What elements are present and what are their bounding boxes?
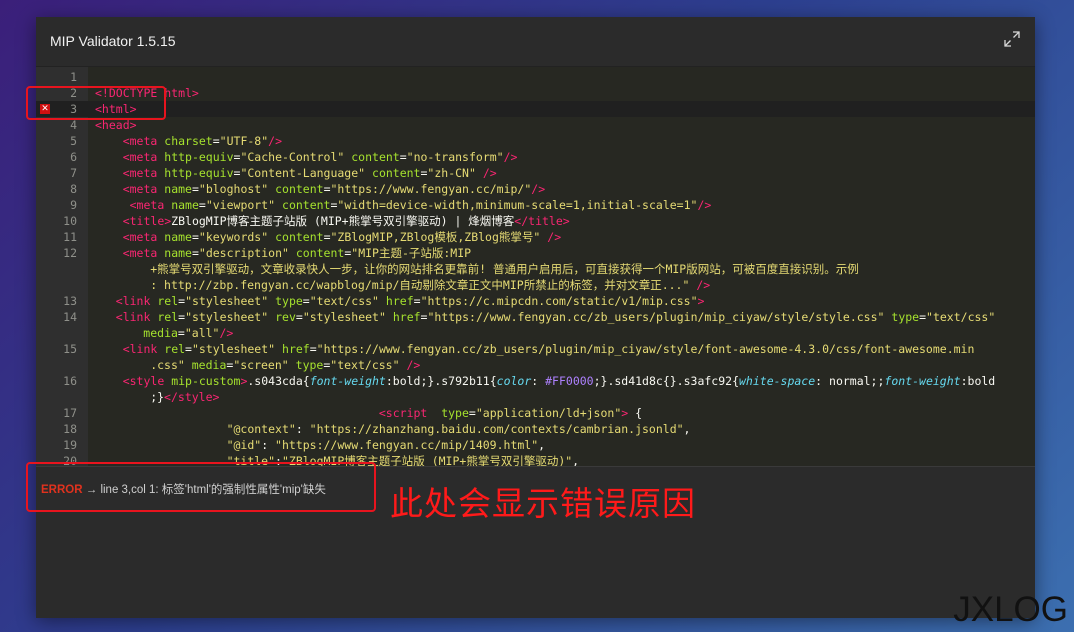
code-line[interactable]: 5 <meta charset="UTF-8"/> (36, 133, 1035, 149)
line-number: 10 (63, 214, 77, 228)
code-line[interactable]: 13 <link rel="stylesheet" type="text/css… (36, 293, 1035, 309)
line-number: 17 (63, 406, 77, 420)
code-line[interactable]: 12 <meta name="description" content="MIP… (36, 245, 1035, 261)
code-text: <meta charset="UTF-8"/> (122, 134, 282, 148)
line-number: 1 (70, 70, 77, 84)
line-number: 5 (70, 134, 77, 148)
expand-icon[interactable] (1003, 30, 1021, 48)
code-line[interactable]: 4 <head> (36, 117, 1035, 133)
code-text: <meta name="viewport" content="width=dev… (129, 198, 712, 212)
code-line[interactable]: 16 <style mip-custom>.s043cda{font-weigh… (36, 373, 1035, 389)
title-bar: MIP Validator 1.5.15 (36, 17, 1035, 67)
annotation-text: 此处会显示错误原因 (390, 484, 696, 523)
line-number: 9 (70, 198, 77, 212)
code-text: <meta http-equiv="Content-Language" cont… (122, 166, 497, 180)
validator-window: MIP Validator 1.5.15 1 2 <!DOCTYPE html> ✕ 3… (36, 17, 1035, 618)
code-text: +熊掌号双引擎驱动，文章收录快人一步，让你的网站排名更靠前! 普通用户启用后，可… (150, 262, 859, 276)
code-text: media="all"/> (143, 326, 234, 340)
code-line[interactable]: 19 "@id": "https://www.fengyan.cc/mip/14… (36, 437, 1035, 453)
code-text: <script type="application/ld+json"> { (378, 406, 643, 420)
code-text: <style mip-custom>.s043cda{font-weight:b… (122, 374, 996, 388)
code-line-wrap[interactable]: : http://zbp.fengyan.cc/wapblog/mip/自动剔除… (36, 277, 1035, 293)
line-number: 8 (70, 182, 77, 196)
code-text: <meta name="bloghost" content="https://w… (122, 182, 546, 196)
code-line[interactable]: 7 <meta http-equiv="Content-Language" co… (36, 165, 1035, 181)
code-text: "@id": "https://www.fengyan.cc/mip/1409.… (226, 438, 546, 452)
code-line[interactable]: 18 "@context": "https://zhanzhang.baidu.… (36, 421, 1035, 437)
code-text: <meta name="keywords" content="ZBlogMIP,… (122, 230, 562, 244)
code-line[interactable]: 15 <link rel="stylesheet" href="https://… (36, 341, 1035, 357)
code-line[interactable]: 17 <script type="application/ld+json"> { (36, 405, 1035, 421)
line-number: 11 (63, 230, 77, 244)
line-number: 14 (63, 310, 77, 324)
code-line-wrap[interactable]: media="all"/> (36, 325, 1035, 341)
line-number: 16 (63, 374, 77, 388)
error-message-highlight-box (26, 462, 376, 512)
code-text: <link rel="stylesheet" rev="stylesheet" … (115, 310, 996, 324)
code-editor[interactable]: 1 2 <!DOCTYPE html> ✕ 3 <html> 4 <head> 5 <meta … (36, 67, 1035, 466)
code-text: <link rel="stylesheet" type="text/css" h… (115, 294, 705, 308)
code-text: : http://zbp.fengyan.cc/wapblog/mip/自动剔除… (150, 278, 711, 292)
line-number: 7 (70, 166, 77, 180)
line-number: 12 (63, 246, 77, 260)
code-text: <meta name="description" content="MIP主题-… (122, 246, 472, 260)
code-line[interactable]: 11 <meta name="keywords" content="ZBlogM… (36, 229, 1035, 245)
code-line[interactable]: 8 <meta name="bloghost" content="https:/… (36, 181, 1035, 197)
code-line-wrap[interactable]: .css" media="screen" type="text/css" /> (36, 357, 1035, 373)
code-line[interactable]: 9 <meta name="viewport" content="width=d… (36, 197, 1035, 213)
code-line[interactable]: 6 <meta http-equiv="Cache-Control" conte… (36, 149, 1035, 165)
window-title: MIP Validator 1.5.15 (50, 33, 176, 49)
watermark: JXLOG (953, 590, 1068, 629)
code-text: <link rel="stylesheet" href="https://www… (122, 342, 975, 356)
line-number: 18 (63, 422, 77, 436)
code-line[interactable]: 2 <!DOCTYPE html> (36, 85, 1035, 101)
code-text: .css" media="screen" type="text/css" /> (150, 358, 421, 372)
line-number: 6 (70, 150, 77, 164)
error-line-highlight-box (26, 86, 166, 120)
code-text: ;}</style> (150, 390, 220, 404)
code-line-wrap[interactable]: ;}</style> (36, 389, 1035, 405)
line-number: 15 (63, 342, 77, 356)
code-text: <title>ZBlogMIP博客主题子站版 (MIP+熊掌号双引擎驱动) | … (122, 214, 570, 228)
line-number: 19 (63, 438, 77, 452)
code-line[interactable]: ✕ 3 <html> (36, 101, 1035, 117)
code-text: "@context": "https://zhanzhang.baidu.com… (226, 422, 691, 436)
code-line[interactable]: 1 (36, 69, 1035, 85)
code-text: <meta http-equiv="Cache-Control" content… (122, 150, 518, 164)
code-line[interactable]: 14 <link rel="stylesheet" rev="styleshee… (36, 309, 1035, 325)
code-line-wrap[interactable]: +熊掌号双引擎驱动，文章收录快人一步，让你的网站排名更靠前! 普通用户启用后，可… (36, 261, 1035, 277)
line-number: 13 (63, 294, 77, 308)
code-line[interactable]: 10 <title>ZBlogMIP博客主题子站版 (MIP+熊掌号双引擎驱动)… (36, 213, 1035, 229)
